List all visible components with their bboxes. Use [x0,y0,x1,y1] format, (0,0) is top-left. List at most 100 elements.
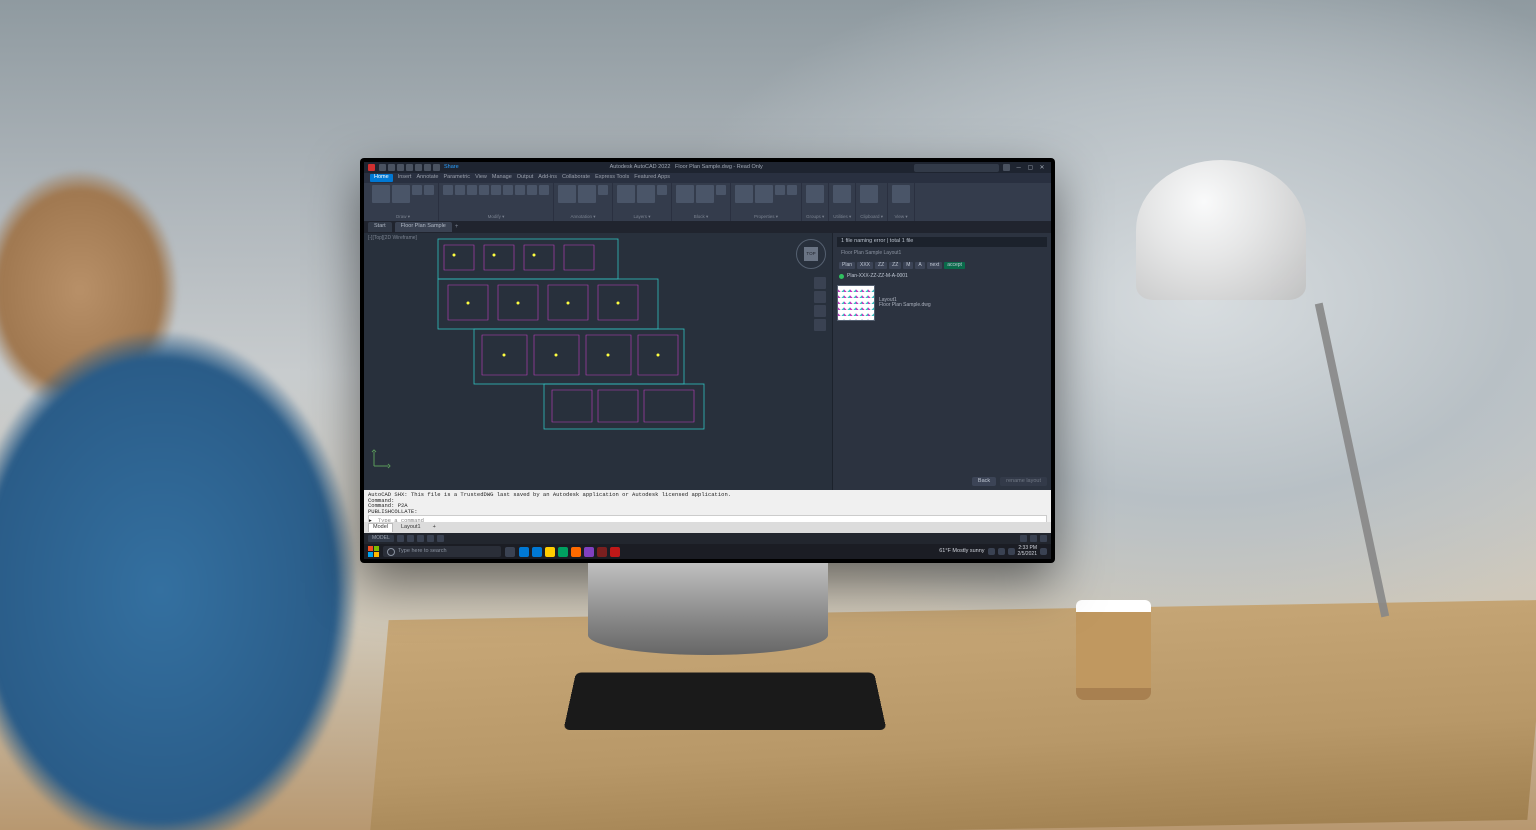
panel-label[interactable]: Modify ▾ [443,215,549,220]
autocad-logo-icon[interactable] [368,164,375,171]
line-button[interactable] [372,185,390,203]
hardware-accel-icon[interactable] [1030,535,1037,542]
doc-tab-floor-plan-sample[interactable]: Floor Plan Sample [395,222,452,232]
paste-button[interactable] [860,185,878,203]
layer-properties-button[interactable] [617,185,635,203]
view-cube[interactable]: TOP [796,239,826,269]
rotate-button[interactable] [455,185,465,195]
pinned-app-1[interactable] [532,547,542,557]
tray-network-icon[interactable] [998,548,1005,555]
bylayer-button[interactable] [775,185,785,195]
maximize-button[interactable]: ▢ [1025,165,1035,171]
token-xxx[interactable]: XXX [857,262,873,269]
ribbon-tab-collaborate[interactable]: Collaborate [562,175,590,181]
group-button[interactable] [806,185,824,203]
polyline-button[interactable] [392,185,410,203]
edit-attributes-button[interactable] [716,185,726,195]
circle-button[interactable] [412,185,422,195]
stretch-button[interactable] [515,185,525,195]
ribbon-tab-view[interactable]: View [475,175,487,181]
ribbon-tab-insert[interactable]: Insert [398,175,412,181]
panel-label[interactable]: View ▾ [892,215,910,220]
start-button[interactable] [368,546,379,557]
layout-tab-model[interactable]: Model [368,523,393,532]
ribbon-tab-home[interactable]: Home [370,174,393,182]
panel-label[interactable]: Draw ▾ [372,215,434,220]
token-accept[interactable]: accept [944,262,965,269]
match-layer-button[interactable] [657,185,667,195]
scale-button[interactable] [527,185,537,195]
ribbon-tab-parametric[interactable]: Parametric [443,175,470,181]
panel-label[interactable]: Layers ▾ [617,215,667,220]
base-button[interactable] [892,185,910,203]
pinned-app-0[interactable] [519,547,529,557]
nav-orbit-icon[interactable] [814,319,826,331]
table-button[interactable] [598,185,608,195]
panel-label[interactable]: Block ▾ [676,215,726,220]
move-button[interactable] [443,185,453,195]
ribbon-tab-manage[interactable]: Manage [492,175,512,181]
drawing-canvas[interactable]: [-][Top][2D Wireframe] [364,233,832,490]
mirror-button[interactable] [491,185,501,195]
pinned-app-2[interactable] [545,547,555,557]
tray-chevron-icon[interactable] [988,548,995,555]
pinned-app-5[interactable] [584,547,594,557]
new-tab-button[interactable]: + [455,224,459,230]
panel-label[interactable]: Clipboard ▾ [860,215,883,220]
panel-label[interactable]: Annotation ▾ [558,215,608,220]
token-zz[interactable]: ZZ [889,262,901,269]
notifications-icon[interactable] [1040,548,1047,555]
fillet-button[interactable] [503,185,513,195]
qat-undo-icon[interactable] [424,164,431,171]
taskbar-clock[interactable]: 2:33 PM2/5/2021 [1018,546,1037,557]
model-space-button[interactable]: MODEL [368,535,394,542]
layout-card[interactable]: Layout1 Floor Plan Sample.dwg [837,285,1047,321]
viewport-label[interactable]: [-][Top][2D Wireframe] [368,236,417,241]
ucs-icon[interactable] [370,448,392,472]
token-next[interactable]: next [927,262,942,269]
doc-tab-start[interactable]: Start [368,222,392,232]
arc-button[interactable] [424,185,434,195]
bylayer-button[interactable] [755,185,773,203]
qat-open-icon[interactable] [388,164,395,171]
array-button[interactable] [539,185,549,195]
create-button[interactable] [696,185,714,203]
insert-button[interactable] [676,185,694,203]
token-plan[interactable]: Plan [839,262,855,269]
weather-widget[interactable]: 61°F Mostly sunny [939,549,984,555]
qat-save-icon[interactable] [397,164,404,171]
make-current-button[interactable] [637,185,655,203]
copy-button[interactable] [479,185,489,195]
token-zz[interactable]: ZZ [875,262,887,269]
add-layout-button[interactable]: + [429,524,440,532]
token-m[interactable]: M [903,262,913,269]
bylayer-button[interactable] [787,185,797,195]
rename-button[interactable]: rename layout [1000,477,1047,487]
nav-full-icon[interactable] [814,277,826,289]
token-a[interactable]: A [915,262,924,269]
layout-tab-layout1[interactable]: Layout1 [397,524,425,532]
qat-new-icon[interactable] [379,164,386,171]
help-search[interactable] [914,164,999,172]
qat-plot-icon[interactable] [415,164,422,171]
panel-label[interactable]: Properties ▾ [735,215,797,220]
clean-screen-icon[interactable] [1040,535,1047,542]
qat-saveas-icon[interactable] [406,164,413,171]
back-button[interactable]: Back [972,477,996,487]
text-button[interactable] [558,185,576,203]
ribbon-tab-featured-apps[interactable]: Featured Apps [634,175,670,181]
pinned-app-6[interactable] [597,547,607,557]
pinned-app-3[interactable] [558,547,568,557]
grid-toggle-icon[interactable] [397,535,404,542]
isolate-icon[interactable] [1020,535,1027,542]
panel-label[interactable]: Groups ▾ [806,215,824,220]
tray-volume-icon[interactable] [1008,548,1015,555]
ortho-toggle-icon[interactable] [417,535,424,542]
ribbon-tab-annotate[interactable]: Annotate [416,175,438,181]
ribbon-tab-output[interactable]: Output [517,175,534,181]
nav-zoom-icon[interactable] [814,305,826,317]
panel-label[interactable]: Utilities ▾ [833,215,851,220]
close-button[interactable]: ✕ [1037,165,1047,171]
pinned-app-4[interactable] [571,547,581,557]
ribbon-tab-add-ins[interactable]: Add-ins [538,175,557,181]
